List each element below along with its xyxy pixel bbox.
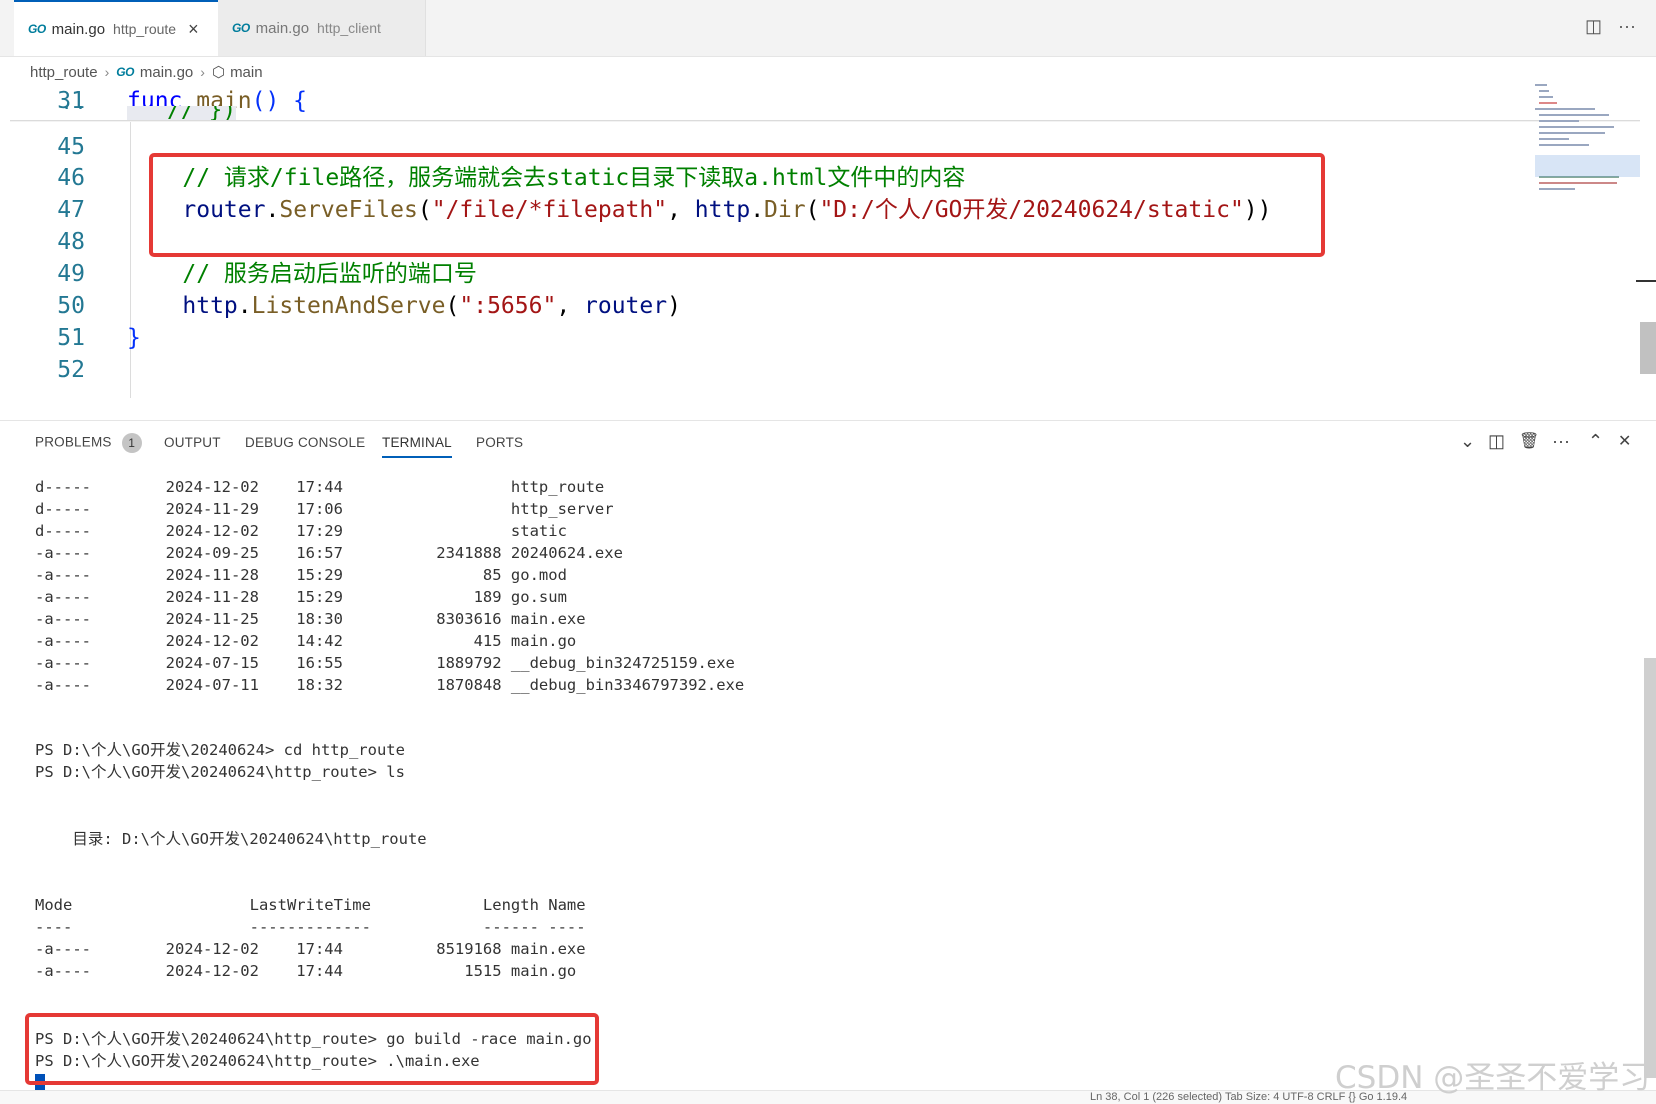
go-file-icon: GO [116,65,134,79]
more-actions-icon[interactable]: ··· [1618,16,1636,37]
minimap-line [1539,144,1589,146]
code-line-52[interactable]: 52 [10,353,1630,387]
tab-terminal[interactable]: TERMINAL [382,435,452,458]
trash-icon[interactable]: 🗑 [1519,431,1539,451]
more-actions-icon[interactable]: ··· [1552,431,1570,452]
minimap-line [1539,138,1569,140]
code-line-49[interactable]: 49 // 服务启动后监听的端口号 [10,257,1630,291]
terminal-row: d----- 2024-12-02 17:29 static [35,522,567,540]
minimap-slider[interactable] [1535,155,1640,177]
terminal-row: -a---- 2024-12-02 17:44 8519168 main.exe [35,940,586,958]
tab-label: main.go [51,20,106,38]
split-editor-icon[interactable]: ◫ [1585,16,1602,37]
terminal-table-header: Mode LastWriteTime Length Name [35,896,586,914]
bottom-panel: PROBLEMS 1 OUTPUT DEBUG CONSOLE TERMINAL … [0,420,1656,1093]
terminal-command: PS D:\个人\GO开发\20240624> cd http_route [35,741,405,759]
tab-debug-console[interactable]: DEBUG CONSOLE [245,435,365,450]
minimap-line [1535,84,1547,86]
editor-scrollbar-thumb[interactable] [1640,322,1656,374]
minimap-line [1539,132,1605,134]
tab-main-go-http-route[interactable]: GO main.go http_route × [14,0,218,56]
go-file-icon: GO [232,21,250,35]
terminal-row: -a---- 2024-11-25 18:30 8303616 main.exe [35,610,586,628]
code-line-51[interactable]: 51} [10,321,1630,355]
minimap-line [1539,114,1609,116]
breadcrumb-symbol[interactable]: main [230,64,263,81]
breadcrumb-folder[interactable]: http_route [30,64,98,81]
watermark: CSDN @圣圣不爱学习 [1335,1060,1651,1096]
sticky-scroll-shadow [10,120,1640,122]
tab-ports[interactable]: PORTS [476,435,523,450]
terminal-row: -a---- 2024-12-02 17:44 1515 main.go [35,962,577,980]
tab-output[interactable]: OUTPUT [164,435,221,450]
split-terminal-icon[interactable]: ◫ [1488,431,1505,452]
breadcrumb-file[interactable]: main.go [140,64,193,81]
terminal-table-divider: ---- ------------- ------ ---- [35,918,586,936]
editor-scrollbar-cursor-marker [1636,280,1656,282]
terminal-row: d----- 2024-12-02 17:44 http_route [35,478,605,496]
terminal-command: PS D:\个人\GO开发\20240624\http_route> ls [35,763,405,781]
terminal-row: -a---- 2024-11-28 15:29 85 go.mod [35,566,567,584]
chevron-down-icon[interactable]: ⌄ [1460,431,1475,452]
symbol-method-icon: ⬡ [211,64,226,81]
tab-label: main.go [255,19,310,37]
minimap-line [1539,102,1557,104]
panel-tab-bar: PROBLEMS 1 OUTPUT DEBUG CONSOLE TERMINAL … [0,421,1656,461]
close-icon[interactable]: × [188,19,199,40]
terminal-scrollbar-thumb[interactable] [1644,658,1656,1078]
tab-description: http_client [317,20,381,36]
minimap-line [1539,182,1617,184]
close-panel-icon[interactable]: ✕ [1618,431,1631,451]
maximize-panel-icon[interactable]: ⌃ [1588,431,1603,452]
terminal-row: -a---- 2024-09-25 16:57 2341888 20240624… [35,544,623,562]
editor-tab-bar: GO main.go http_route × GO main.go http_… [0,0,1656,57]
highlight-box-servefiles [149,153,1325,257]
terminal-row: -a---- 2024-07-11 18:32 1870848 __debug_… [35,676,745,694]
go-file-icon: GO [28,22,46,36]
tab-main-go-http-client[interactable]: GO main.go http_client [218,0,426,56]
minimap-line [1539,188,1575,190]
minimap[interactable] [1535,80,1640,200]
highlight-box-build-run [25,1013,599,1085]
terminal-directory-line: 目录: D:\个人\GO开发\20240624\http_route [35,830,427,848]
minimap-line [1539,120,1579,122]
problems-count-badge: 1 [121,433,142,453]
terminal-row: d----- 2024-11-29 17:06 http_server [35,500,614,518]
minimap-line [1539,90,1549,92]
tab-description: http_route [113,21,177,37]
terminal-row: -a---- 2024-07-15 16:55 1889792 __debug_… [35,654,735,672]
tab-problems[interactable]: PROBLEMS 1 [35,433,142,453]
chevron-right-icon: › [200,64,205,80]
terminal-row: -a---- 2024-12-02 14:42 415 main.go [35,632,577,650]
minimap-line [1535,108,1595,110]
code-line-50[interactable]: 50 http.ListenAndServe(":5656", router) [10,289,1630,323]
minimap-line [1539,96,1553,98]
terminal-row: -a---- 2024-11-28 15:29 189 go.sum [35,588,567,606]
minimap-line [1539,126,1614,128]
chevron-right-icon: › [104,64,110,80]
breadcrumb: http_route › GO main.go › ⬡ main [0,56,1656,88]
